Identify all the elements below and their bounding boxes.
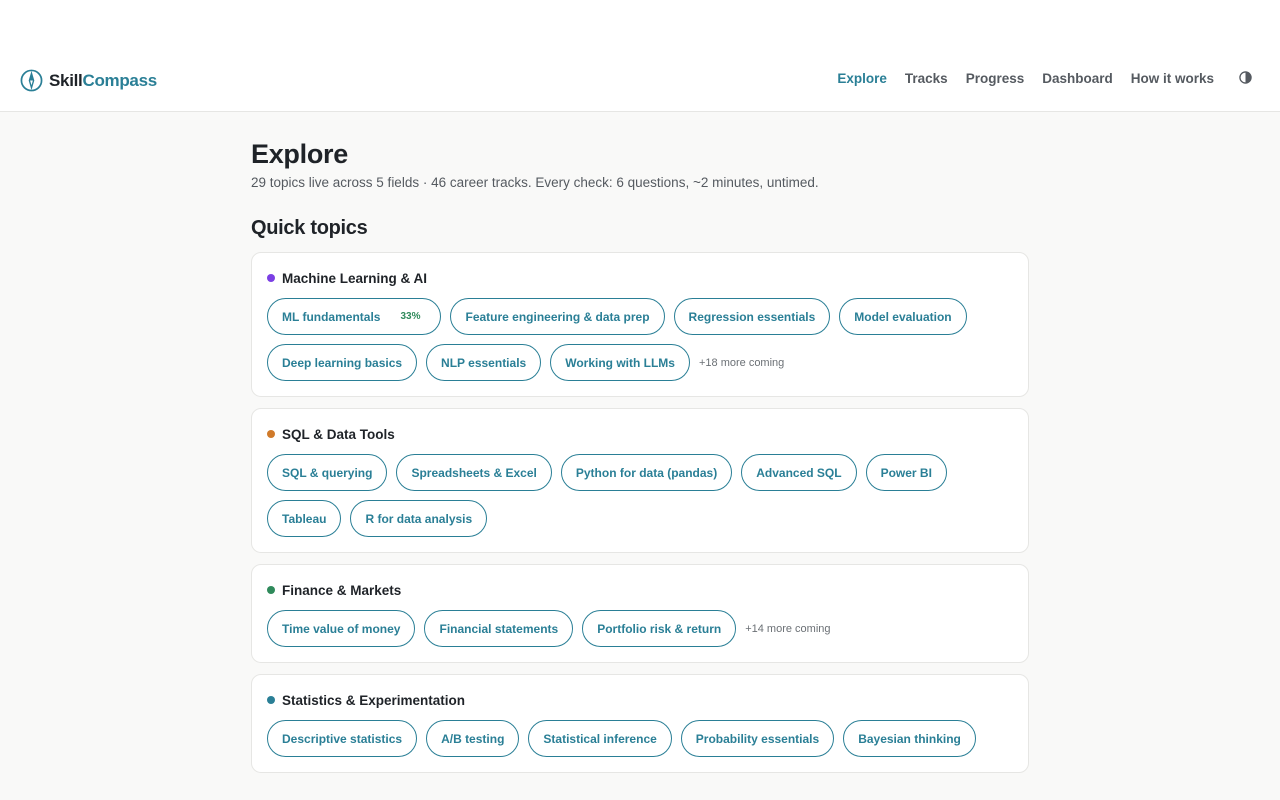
field-dot-icon	[267, 274, 275, 282]
topic-chip[interactable]: Portfolio risk & return	[582, 610, 737, 647]
section-title: Quick topics	[251, 217, 368, 239]
topic-chip[interactable]: Tableau	[267, 500, 342, 537]
field-header: Finance & Markets	[267, 580, 1013, 600]
field-dot-icon	[267, 696, 275, 704]
nav-dashboard[interactable]: Dashboard	[1042, 71, 1113, 86]
compass-icon	[20, 69, 43, 92]
topic-chip[interactable]: R for data analysis	[350, 500, 488, 537]
topic-chip[interactable]: Descriptive statistics	[267, 720, 418, 757]
more-coming-note: +14 more coming	[745, 622, 831, 635]
field-title: Statistics & Experimentation	[282, 692, 466, 708]
nav-progress[interactable]: Progress	[966, 71, 1025, 86]
topic-chip[interactable]: A/B testing	[426, 720, 520, 757]
field-header: Machine Learning & AI	[267, 268, 1013, 288]
topic-chip[interactable]: Probability essentials	[680, 720, 835, 757]
topic-chip[interactable]: Bayesian thinking	[843, 720, 976, 757]
topic-chips: ML fundamentals 33% Feature engineering …	[267, 298, 1013, 381]
topic-chip[interactable]: ML fundamentals 33%	[267, 298, 442, 335]
brand-name: SkillCompass	[49, 71, 157, 91]
topic-chip[interactable]: Regression essentials	[673, 298, 831, 335]
field-cards: Machine Learning & AI ML fundamentals 33…	[251, 252, 1029, 773]
topic-chip[interactable]: NLP essentials	[426, 344, 542, 381]
topic-chips: Descriptive statistics A/B testing Stati…	[267, 720, 1013, 757]
main-content: Explore 29 topics live across 5 fields ·…	[251, 112, 1029, 784]
field-title: Finance & Markets	[282, 582, 402, 598]
field-card-ml: Machine Learning & AI ML fundamentals 33…	[251, 252, 1029, 397]
topic-chip[interactable]: Statistical inference	[528, 720, 672, 757]
topic-chip[interactable]: Python for data (pandas)	[560, 454, 733, 491]
topic-chip[interactable]: Power BI	[865, 454, 947, 491]
page-title: Explore	[251, 139, 348, 169]
topic-chips: SQL & querying Spreadsheets & Excel Pyth…	[267, 454, 1013, 537]
field-card-sql: SQL & Data Tools SQL & querying Spreadsh…	[251, 408, 1029, 553]
brand-name-part-1: Skill	[49, 70, 83, 90]
brand-name-part-2: Compass	[82, 70, 157, 90]
topic-chip[interactable]: Working with LLMs	[550, 344, 690, 381]
brand-logo[interactable]: SkillCompass	[20, 69, 157, 92]
page-subtitle: 29 topics live across 5 fields · 46 care…	[251, 175, 819, 190]
progress-badge: 33%	[394, 309, 427, 324]
more-coming-note: +18 more coming	[698, 356, 785, 369]
topic-chip[interactable]: Time value of money	[267, 610, 416, 647]
topic-chip[interactable]: Model evaluation	[839, 298, 967, 335]
field-title: SQL & Data Tools	[282, 426, 395, 442]
topic-chip[interactable]: SQL & querying	[267, 454, 388, 491]
field-dot-icon	[267, 586, 275, 594]
field-header: SQL & Data Tools	[267, 424, 1013, 444]
topic-chip[interactable]: Advanced SQL	[741, 454, 857, 491]
field-card-statistics: Statistics & Experimentation Descriptive…	[251, 674, 1029, 773]
nav-how-it-works[interactable]: How it works	[1131, 71, 1214, 86]
field-card-finance: Finance & Markets Time value of money Fi…	[251, 564, 1029, 663]
topic-label: ML fundamentals	[282, 309, 381, 324]
theme-toggle-icon[interactable]	[1239, 71, 1252, 84]
main-nav: Explore Tracks Progress Dashboard How it…	[837, 71, 1214, 86]
nav-tracks[interactable]: Tracks	[905, 71, 948, 86]
top-header: SkillCompass Explore Tracks Progress Das…	[0, 0, 1280, 112]
topic-chip[interactable]: Financial statements	[424, 610, 574, 647]
field-dot-icon	[267, 430, 275, 438]
topic-chip[interactable]: Feature engineering & data prep	[450, 298, 665, 335]
field-title: Machine Learning & AI	[282, 270, 428, 286]
nav-explore[interactable]: Explore	[837, 71, 887, 86]
topic-chip[interactable]: Spreadsheets & Excel	[396, 454, 552, 491]
field-header: Statistics & Experimentation	[267, 690, 1013, 710]
topic-chips: Time value of money Financial statements…	[267, 610, 1013, 647]
topic-chip[interactable]: Deep learning basics	[267, 344, 418, 381]
